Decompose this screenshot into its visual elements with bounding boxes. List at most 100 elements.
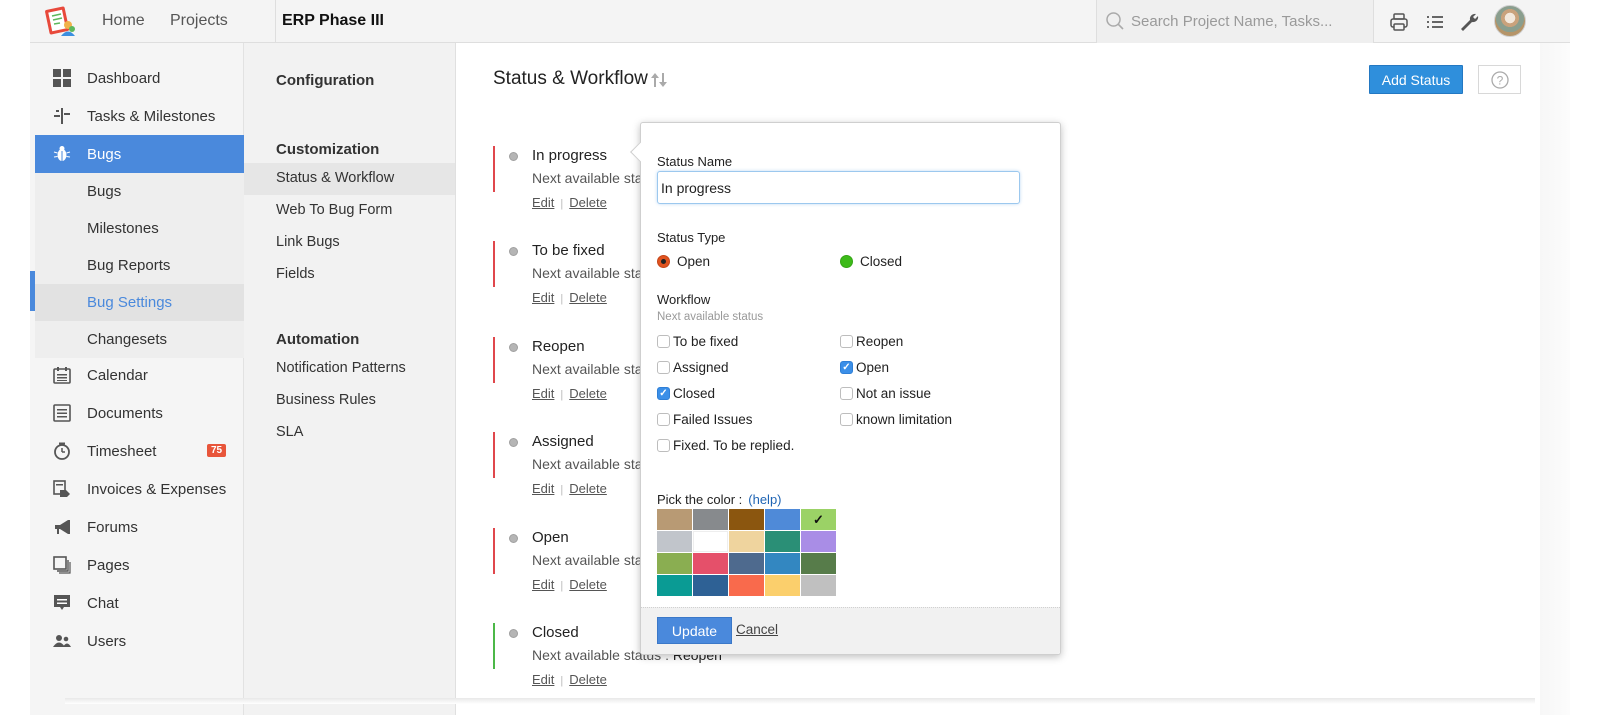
app-logo-icon[interactable] [44, 5, 78, 39]
wrench-icon[interactable] [1458, 11, 1480, 33]
delete-link[interactable]: Delete [569, 577, 607, 592]
sidebar-sub-bugs[interactable]: Bugs [35, 173, 244, 210]
sidebar-item-chat[interactable]: Chat [35, 584, 244, 622]
workflow-checkbox[interactable]: Not an issue [840, 386, 931, 401]
checkbox-unchecked-icon[interactable] [840, 335, 853, 348]
status-type-closed-radio[interactable]: Closed [840, 254, 902, 269]
sidebar-sub-label: Bugs [87, 183, 122, 200]
sidebar-sub-bug-settings[interactable]: Bug Settings [35, 284, 244, 321]
print-icon[interactable] [1388, 11, 1410, 33]
color-swatch[interactable] [801, 531, 836, 552]
config-item-notification-patterns[interactable]: Notification Patterns [244, 353, 455, 385]
sidebar-item-invoices-expenses[interactable]: Invoices & Expenses [35, 470, 244, 508]
config-item-status-workflow[interactable]: Status & Workflow [244, 163, 455, 195]
config-item-web-to-bug-form[interactable]: Web To Bug Form [244, 195, 455, 227]
edit-link[interactable]: Edit [532, 290, 554, 305]
edit-link[interactable]: Edit [532, 577, 554, 592]
nav-projects[interactable]: Projects [170, 12, 228, 30]
checkbox-checked-icon[interactable] [657, 387, 670, 400]
status-type-open-radio[interactable]: Open [657, 254, 710, 269]
sidebar-sub-bug-reports[interactable]: Bug Reports [35, 247, 244, 284]
drag-handle-icon[interactable] [509, 247, 518, 256]
checkbox-unchecked-icon[interactable] [657, 335, 670, 348]
color-swatch[interactable] [657, 509, 692, 530]
delete-link[interactable]: Delete [569, 195, 607, 210]
checkbox-unchecked-icon[interactable] [657, 439, 670, 452]
help-button[interactable]: ? [1478, 65, 1521, 94]
color-swatch[interactable] [729, 575, 764, 596]
edit-link[interactable]: Edit [532, 481, 554, 496]
color-swatch[interactable] [693, 553, 728, 574]
radio-unselected [840, 255, 853, 268]
color-swatch[interactable] [693, 531, 728, 552]
drag-handle-icon[interactable] [509, 343, 518, 352]
sidebar-item-bugs[interactable]: Bugs [35, 135, 244, 173]
checkbox-unchecked-icon[interactable] [657, 361, 670, 374]
workflow-checkbox[interactable]: Failed Issues [657, 412, 753, 427]
checkbox-unchecked-icon[interactable] [840, 387, 853, 400]
configuration-heading[interactable]: Configuration [276, 72, 374, 89]
delete-link[interactable]: Delete [569, 481, 607, 496]
status-name-input[interactable] [657, 171, 1020, 204]
color-swatch[interactable] [729, 531, 764, 552]
color-swatch[interactable] [801, 553, 836, 574]
sidebar-sub-milestones[interactable]: Milestones [35, 210, 244, 247]
sidebar-item-dashboard[interactable]: Dashboard [35, 59, 244, 97]
drag-handle-icon[interactable] [509, 438, 518, 447]
color-swatch[interactable] [765, 553, 800, 574]
workflow-checkbox[interactable]: Reopen [840, 334, 903, 349]
delete-link[interactable]: Delete [569, 290, 607, 305]
edit-link[interactable]: Edit [532, 195, 554, 210]
workflow-checkbox[interactable]: Assigned [657, 360, 729, 375]
delete-link[interactable]: Delete [569, 672, 607, 687]
color-swatch[interactable] [657, 531, 692, 552]
color-swatch[interactable] [765, 575, 800, 596]
config-item-sla[interactable]: SLA [244, 417, 455, 449]
color-swatch[interactable] [693, 509, 728, 530]
config-item-business-rules[interactable]: Business Rules [244, 385, 455, 417]
edit-link[interactable]: Edit [532, 386, 554, 401]
sidebar-item-documents[interactable]: Documents [35, 394, 244, 432]
color-swatch[interactable] [765, 509, 800, 530]
nav-home[interactable]: Home [102, 12, 145, 30]
workflow-checkbox[interactable]: To be fixed [657, 334, 738, 349]
sidebar-sub-changesets[interactable]: Changesets [35, 321, 244, 358]
update-button[interactable]: Update [657, 617, 732, 644]
color-swatch[interactable]: ✓ [801, 509, 836, 530]
sidebar-item-timesheet[interactable]: Timesheet 75 [35, 432, 244, 470]
sidebar-item-tasks-milestones[interactable]: Tasks & Milestones [35, 97, 244, 135]
list-icon[interactable] [1424, 11, 1446, 33]
edit-link[interactable]: Edit [532, 672, 554, 687]
checkbox-unchecked-icon[interactable] [657, 413, 670, 426]
color-swatch[interactable] [729, 509, 764, 530]
color-swatch[interactable] [765, 531, 800, 552]
workflow-checkbox[interactable]: known limitation [840, 412, 952, 427]
workflow-checkbox[interactable]: Open [840, 360, 889, 375]
search-input[interactable] [1131, 0, 1369, 42]
drag-handle-icon[interactable] [509, 534, 518, 543]
workflow-checkbox[interactable]: Closed [657, 386, 715, 401]
sidebar-item-users[interactable]: Users [35, 622, 244, 660]
user-avatar[interactable] [1494, 5, 1526, 37]
workflow-checkbox[interactable]: Fixed. To be replied. [657, 438, 794, 453]
color-swatch[interactable] [693, 575, 728, 596]
sidebar-item-forums[interactable]: Forums [35, 508, 244, 546]
config-item-link-bugs[interactable]: Link Bugs [244, 227, 455, 259]
color-swatch[interactable] [729, 553, 764, 574]
color-swatch[interactable] [801, 575, 836, 596]
checkbox-checked-icon[interactable] [840, 361, 853, 374]
sidebar-item-calendar[interactable]: Calendar [35, 356, 244, 394]
checkbox-unchecked-icon[interactable] [840, 413, 853, 426]
project-title[interactable]: ERP Phase III [282, 12, 384, 30]
drag-handle-icon[interactable] [509, 152, 518, 161]
reorder-icon[interactable] [650, 71, 668, 89]
config-item-fields[interactable]: Fields [244, 259, 455, 291]
delete-link[interactable]: Delete [569, 386, 607, 401]
color-swatch[interactable] [657, 575, 692, 596]
color-help-link[interactable]: (help) [748, 492, 781, 507]
add-status-button[interactable]: Add Status [1369, 65, 1463, 94]
sidebar-item-pages[interactable]: Pages [35, 546, 244, 584]
cancel-link[interactable]: Cancel [736, 622, 778, 637]
drag-handle-icon[interactable] [509, 629, 518, 638]
color-swatch[interactable] [657, 553, 692, 574]
